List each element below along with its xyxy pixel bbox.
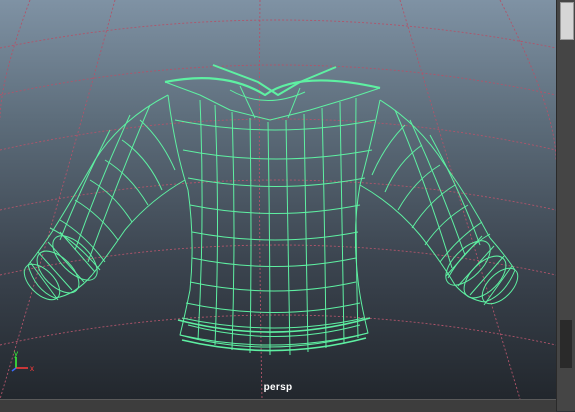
3d-viewport[interactable]: persp y x <box>0 0 556 399</box>
perspective-grid <box>0 0 556 399</box>
sweater-wireframe[interactable] <box>18 64 524 356</box>
x-axis-label: x <box>30 364 34 373</box>
viewport-scene[interactable] <box>0 0 556 399</box>
viewport-side-panel <box>556 0 575 411</box>
axis-gizmo: y x <box>11 349 34 373</box>
viewport-bottom-bar <box>0 399 556 412</box>
y-axis-label: y <box>14 349 18 358</box>
panel-resize-handle[interactable] <box>560 2 574 40</box>
camera-name-label: persp <box>263 382 293 393</box>
z-axis-line <box>11 367 17 372</box>
scroll-thumb[interactable] <box>560 320 572 368</box>
